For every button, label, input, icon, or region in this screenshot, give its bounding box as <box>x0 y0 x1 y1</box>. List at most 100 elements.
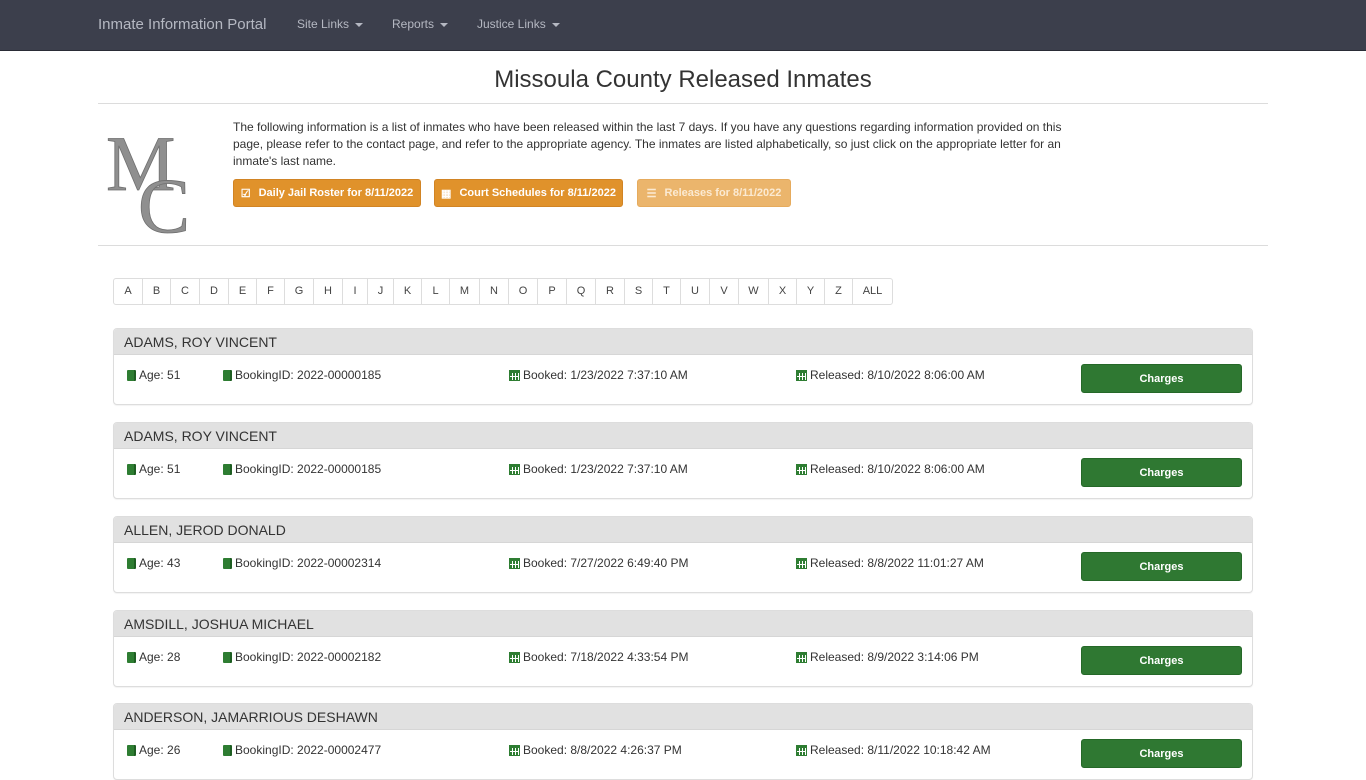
book-icon <box>223 744 232 756</box>
check-square-icon: ☑ <box>240 187 251 200</box>
age-field: Age: 28 <box>127 650 180 664</box>
letter-a[interactable]: A <box>114 279 142 304</box>
calendar-icon <box>509 557 520 569</box>
inmate-card: ADAMS, ROY VINCENT Age: 51 BookingID: 20… <box>113 422 1253 499</box>
letter-g[interactable]: G <box>284 279 313 304</box>
released-field: Released: 8/8/2022 11:01:27 AM <box>796 556 984 570</box>
age-value: Age: 26 <box>139 743 181 757</box>
inmate-card: ANDERSON, JAMARRIOUS DESHAWN Age: 26 Boo… <box>113 703 1253 780</box>
court-schedules-button[interactable]: ▦ Court Schedules for 8/11/2022 <box>434 179 623 207</box>
letter-k[interactable]: K <box>393 279 421 304</box>
inmate-card: ADAMS, ROY VINCENT Age: 51 BookingID: 20… <box>113 328 1253 405</box>
inmate-name: ADAMS, ROY VINCENT <box>114 423 1252 449</box>
letter-n[interactable]: N <box>479 279 508 304</box>
nav-justice-links[interactable]: Justice Links <box>477 17 560 31</box>
released-value: Released: 8/8/2022 11:01:27 AM <box>810 556 984 570</box>
booking-id-field: BookingID: 2022-00002477 <box>223 743 381 757</box>
nav-reports[interactable]: Reports <box>392 17 449 31</box>
age-field: Age: 51 <box>127 462 180 476</box>
calendar-icon <box>509 651 520 663</box>
booked-field: Booked: 1/23/2022 7:37:10 AM <box>509 368 688 382</box>
booking-id-value: BookingID: 2022-00002314 <box>235 556 382 570</box>
letter-j[interactable]: J <box>367 279 393 304</box>
booked-value: Booked: 7/18/2022 4:33:54 PM <box>523 650 689 664</box>
booked-field: Booked: 7/27/2022 6:49:40 PM <box>509 556 688 570</box>
booked-field: Booked: 1/23/2022 7:37:10 AM <box>509 462 688 476</box>
calendar-icon <box>796 651 807 663</box>
book-icon <box>223 369 232 381</box>
caret-down-icon <box>551 22 560 27</box>
letter-h[interactable]: H <box>313 279 342 304</box>
booked-value: Booked: 7/27/2022 6:49:40 PM <box>523 556 689 570</box>
calendar-icon <box>796 557 807 569</box>
charges-button[interactable]: Charges <box>1081 646 1242 675</box>
inmate-details: Age: 43 BookingID: 2022-00002314 Booked:… <box>114 543 1252 592</box>
charges-button[interactable]: Charges <box>1081 458 1242 487</box>
button-label: Court Schedules for 8/11/2022 <box>459 187 616 199</box>
charges-button[interactable]: Charges <box>1081 364 1242 393</box>
inmate-details: Age: 51 BookingID: 2022-00000185 Booked:… <box>114 449 1252 498</box>
button-label: Releases for 8/11/2022 <box>664 187 782 199</box>
page-title: Missoula County Released Inmates <box>494 66 872 93</box>
letter-v[interactable]: V <box>709 279 738 304</box>
released-value: Released: 8/10/2022 8:06:00 AM <box>810 368 985 382</box>
logo-letter-c: C <box>138 162 190 238</box>
letter-y[interactable]: Y <box>796 279 824 304</box>
booking-id-field: BookingID: 2022-00002314 <box>223 556 381 570</box>
letter-q[interactable]: Q <box>566 279 595 304</box>
book-icon <box>127 463 136 475</box>
caret-down-icon <box>355 22 364 27</box>
calendar-icon <box>796 369 807 381</box>
calendar-icon <box>509 744 520 756</box>
releases-button[interactable]: ☰ Releases for 8/11/2022 <box>637 179 791 207</box>
letter-l[interactable]: L <box>421 279 449 304</box>
letter-z[interactable]: Z <box>824 279 852 304</box>
age-field: Age: 51 <box>127 368 180 382</box>
booked-value: Booked: 8/8/2022 4:26:37 PM <box>523 743 682 757</box>
calendar-icon <box>796 463 807 475</box>
booking-id-field: BookingID: 2022-00000185 <box>223 368 381 382</box>
alphabet-pagination: A B C D E F G H I J K L M N O P Q R S T U V W X Y Z ALL <box>113 278 893 305</box>
charges-button[interactable]: Charges <box>1081 739 1242 768</box>
letter-w[interactable]: W <box>738 279 768 304</box>
inmate-name: ALLEN, JEROD DONALD <box>114 517 1252 543</box>
daily-jail-roster-button[interactable]: ☑ Daily Jail Roster for 8/11/2022 <box>233 179 421 207</box>
book-icon <box>127 557 136 569</box>
letter-m[interactable]: M <box>449 279 479 304</box>
letter-s[interactable]: S <box>624 279 652 304</box>
booking-id-value: BookingID: 2022-00002477 <box>235 743 382 757</box>
letter-f[interactable]: F <box>256 279 284 304</box>
letter-b[interactable]: B <box>142 279 170 304</box>
letter-o[interactable]: O <box>508 279 537 304</box>
letter-t[interactable]: T <box>652 279 680 304</box>
brand-link[interactable]: Inmate Information Portal <box>98 16 266 33</box>
inmate-details: Age: 28 BookingID: 2022-00002182 Booked:… <box>114 637 1252 686</box>
age-value: Age: 51 <box>139 368 181 382</box>
released-field: Released: 8/11/2022 10:18:42 AM <box>796 743 991 757</box>
letter-all[interactable]: ALL <box>852 279 892 304</box>
nav-site-links[interactable]: Site Links <box>297 17 364 31</box>
calendar-icon: ▦ <box>441 187 452 200</box>
inmate-name: ANDERSON, JAMARRIOUS DESHAWN <box>114 704 1252 730</box>
inmate-name: ADAMS, ROY VINCENT <box>114 329 1252 355</box>
charges-button[interactable]: Charges <box>1081 552 1242 581</box>
released-field: Released: 8/10/2022 8:06:00 AM <box>796 462 985 476</box>
booking-id-field: BookingID: 2022-00000185 <box>223 462 381 476</box>
letter-u[interactable]: U <box>680 279 709 304</box>
letter-p[interactable]: P <box>537 279 566 304</box>
button-label: Daily Jail Roster for 8/11/2022 <box>258 187 414 199</box>
nav-label: Site Links <box>297 17 350 31</box>
age-field: Age: 26 <box>127 743 180 757</box>
letter-e[interactable]: E <box>228 279 256 304</box>
letter-c[interactable]: C <box>170 279 199 304</box>
intro-text: The following information is a list of i… <box>233 120 1062 168</box>
top-navbar: Inmate Information Portal Site Links Rep… <box>0 0 1366 51</box>
letter-d[interactable]: D <box>199 279 228 304</box>
letter-x[interactable]: X <box>768 279 796 304</box>
nav-label: Justice Links <box>477 17 546 31</box>
released-value: Released: 8/9/2022 3:14:06 PM <box>810 650 979 664</box>
letter-i[interactable]: I <box>342 279 367 304</box>
booked-value: Booked: 1/23/2022 7:37:10 AM <box>523 462 688 476</box>
letter-r[interactable]: R <box>595 279 624 304</box>
divider <box>98 103 1268 104</box>
